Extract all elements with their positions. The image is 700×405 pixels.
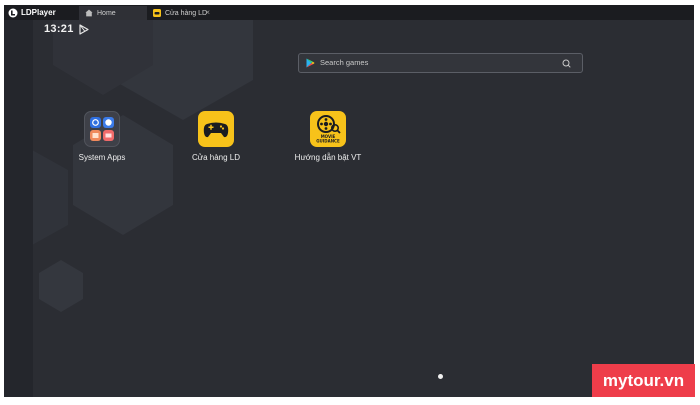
status-clock: 13:21: [44, 23, 74, 35]
app-logo: LDPlayer: [8, 7, 56, 18]
search-placeholder: Search games: [320, 58, 369, 67]
tab-ld-store-label: Cửa hàng LD: [165, 9, 208, 17]
app-system-apps[interactable]: System Apps: [52, 111, 152, 162]
page-indicator-dot: [438, 374, 443, 379]
ldplayer-logo-icon: [8, 8, 18, 17]
window-titlebar: LDPlayer Home Cửa hàng LD ×: [4, 5, 694, 20]
watermark-badge: mytour.vn: [592, 364, 695, 397]
app-label-ld-store: Cửa hàng LD: [191, 153, 241, 162]
hexagon-background: [33, 20, 253, 312]
play-store-icon: [79, 24, 89, 35]
sidebar: [4, 20, 33, 397]
tab-close-icon[interactable]: ×: [205, 8, 210, 18]
gamepad-icon: [198, 111, 234, 147]
search-bar[interactable]: Search games: [298, 53, 583, 73]
system-apps-folder-icon: [84, 111, 120, 147]
screenshot-frame: LDPlayer Home Cửa hàng LD × 13:21 Search…: [0, 0, 700, 405]
app-name: LDPlayer: [21, 8, 56, 17]
tab-ld-store[interactable]: Cửa hàng LD ×: [147, 6, 215, 20]
android-home-screen: 13:21 Search games System Apps Cửa hàng …: [33, 20, 694, 397]
tab-home[interactable]: Home: [79, 6, 147, 20]
app-ld-store[interactable]: Cửa hàng LD: [166, 111, 266, 162]
search-icon[interactable]: [562, 59, 571, 68]
google-play-icon: [306, 58, 315, 68]
home-icon: [85, 9, 93, 17]
tab-home-label: Home: [97, 9, 116, 17]
app-vt-guide[interactable]: MOVIE GUIDANCE Hướng dẫn bật VT: [278, 111, 378, 162]
movie-guidance-icon: MOVIE GUIDANCE: [310, 111, 346, 147]
icon-text-guidance: GUIDANCE: [316, 139, 340, 144]
ld-store-icon: [153, 9, 161, 17]
app-label-system-apps: System Apps: [78, 153, 126, 162]
app-label-vt-guide: Hướng dẫn bật VT: [294, 153, 362, 162]
